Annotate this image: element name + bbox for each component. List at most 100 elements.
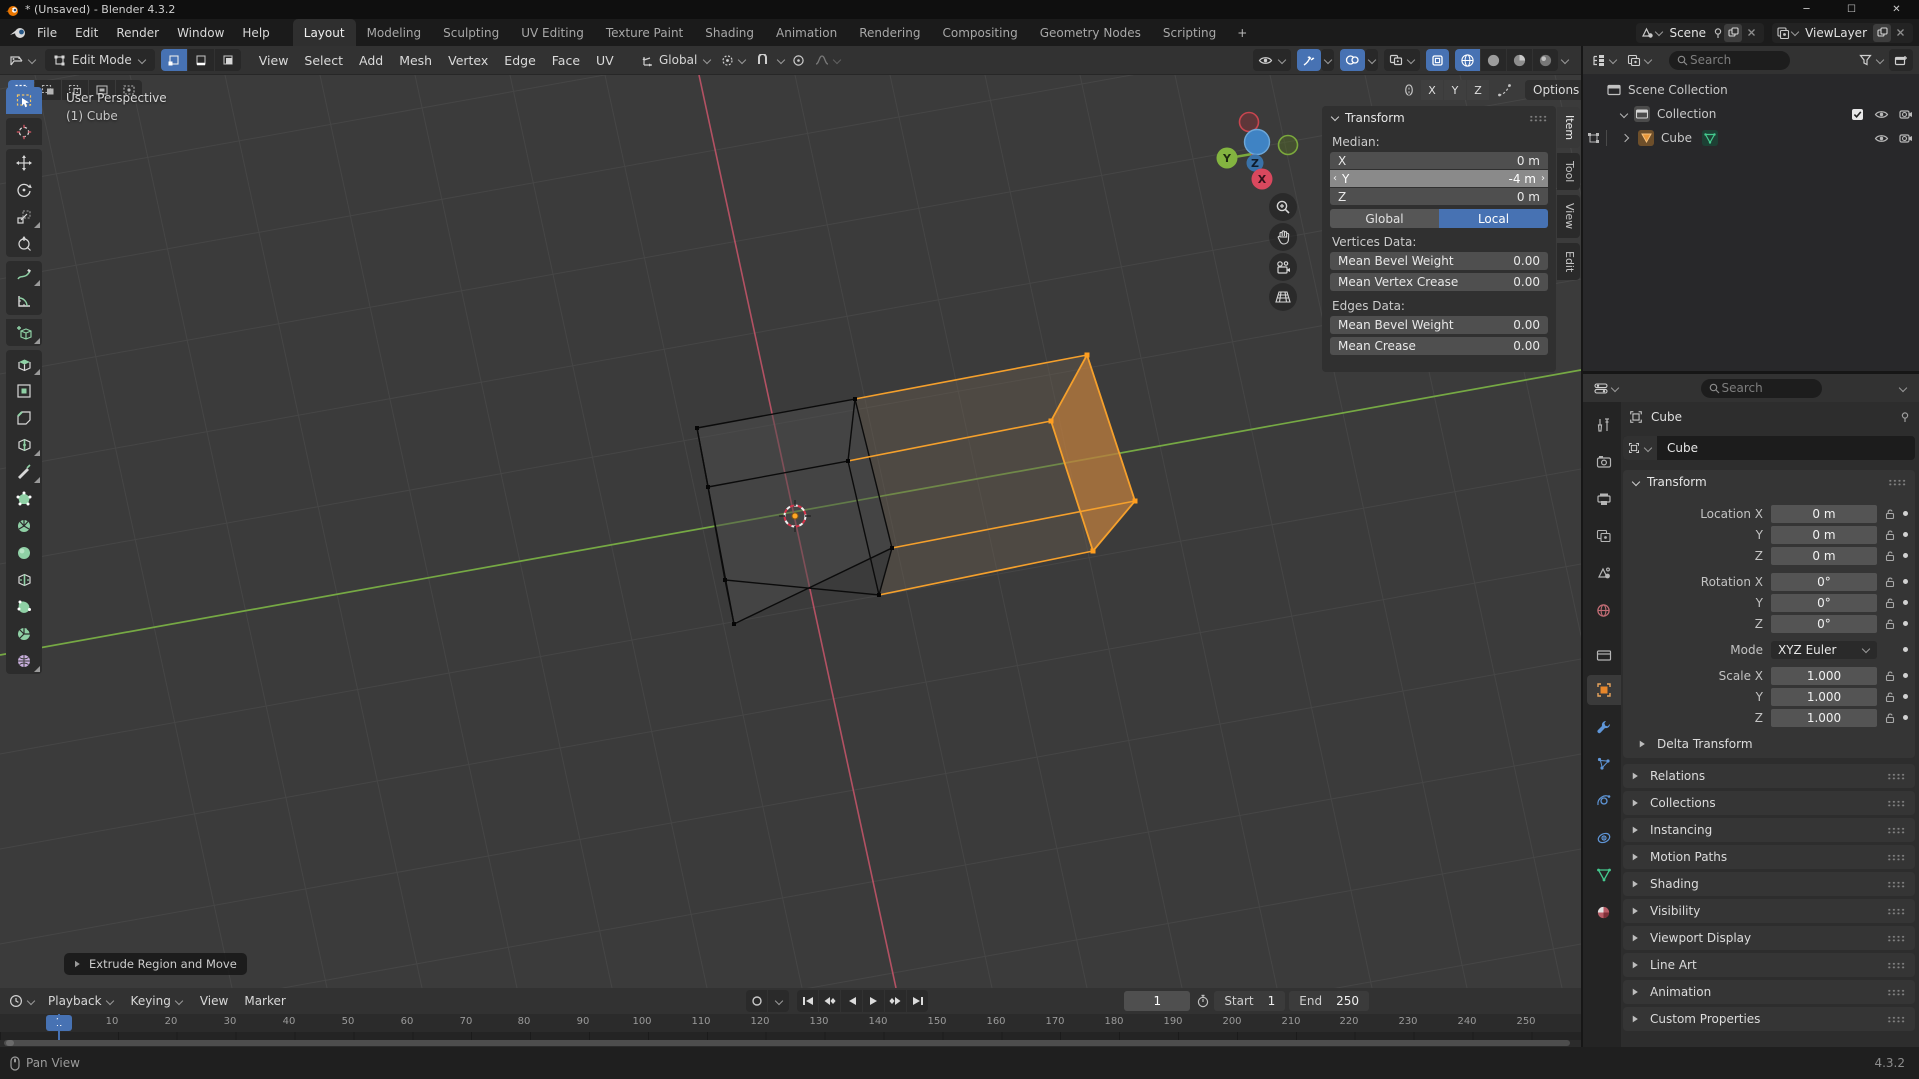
- global-button[interactable]: Global: [1330, 209, 1439, 228]
- tool-select-box[interactable]: [6, 87, 42, 114]
- timeline-editor-type-button[interactable]: [4, 990, 40, 1012]
- unlink-scene-button[interactable]: [1742, 24, 1760, 42]
- shading-wireframe-button[interactable]: [1455, 49, 1480, 71]
- toggle-perspective-button[interactable]: [1269, 283, 1297, 311]
- scale-z-field[interactable]: 1.000: [1771, 709, 1877, 727]
- tool-shear[interactable]: [6, 620, 42, 647]
- stopwatch-icon[interactable]: [1196, 994, 1210, 1008]
- navigation-gizmo[interactable]: Y Z X: [1217, 113, 1298, 190]
- play-button[interactable]: [863, 990, 884, 1012]
- median-y-field[interactable]: ‹ Y-4 m ›: [1330, 170, 1548, 187]
- gizmo-dropdown[interactable]: [1321, 49, 1334, 71]
- viewlayer-selector[interactable]: ViewLayer: [1772, 23, 1913, 43]
- playhead[interactable]: [58, 1014, 60, 1040]
- menu-window[interactable]: Window: [168, 19, 233, 46]
- tab-geometry-nodes[interactable]: Geometry Nodes: [1029, 19, 1152, 46]
- menu-edge[interactable]: Edge: [496, 53, 543, 68]
- tab-item[interactable]: Item: [1557, 107, 1580, 148]
- tab-object[interactable]: [1587, 675, 1621, 705]
- prev-keyframe-button[interactable]: [819, 990, 840, 1012]
- tool-bevel[interactable]: [6, 404, 42, 431]
- editor-type-button[interactable]: [4, 49, 41, 71]
- increment-arrow[interactable]: ›: [1541, 173, 1545, 184]
- tab-tool[interactable]: [1586, 410, 1621, 440]
- tab-render[interactable]: [1586, 447, 1621, 477]
- jump-to-start-button[interactable]: [797, 990, 818, 1012]
- transform-collapse-chevron[interactable]: [1631, 478, 1640, 487]
- transform-orientation-dropdown[interactable]: Global: [636, 49, 716, 71]
- tool-add-cube[interactable]: [6, 319, 42, 346]
- tool-scale[interactable]: [6, 203, 42, 230]
- end-frame-field[interactable]: End250: [1289, 991, 1369, 1011]
- mirror-z-button[interactable]: Z: [1467, 80, 1489, 100]
- panel-line-art[interactable]: Line Art: [1623, 953, 1915, 977]
- tab-modifiers[interactable]: [1586, 712, 1621, 742]
- remove-viewlayer-button[interactable]: [1891, 24, 1909, 42]
- location-y-field[interactable]: 0 m: [1771, 526, 1877, 544]
- menu-tl-view[interactable]: View: [192, 994, 236, 1008]
- tab-layout[interactable]: Layout: [293, 19, 356, 46]
- menu-select[interactable]: Select: [296, 53, 351, 68]
- scene-selector[interactable]: Scene: [1636, 23, 1764, 43]
- animate-dot[interactable]: [1903, 532, 1908, 537]
- tool-spin[interactable]: [6, 512, 42, 539]
- tab-object-data[interactable]: [1586, 860, 1621, 890]
- object-type-icon[interactable]: [1623, 436, 1657, 460]
- shading-rendered-button[interactable]: [1533, 49, 1558, 71]
- tool-shrink-fatten[interactable]: [6, 593, 42, 620]
- outliner-display-mode-button[interactable]: [1622, 49, 1657, 71]
- median-z-field[interactable]: Z0 m: [1330, 188, 1548, 205]
- tab-edit[interactable]: Edit: [1557, 243, 1580, 280]
- panel-instancing[interactable]: Instancing: [1623, 818, 1915, 842]
- panel-collapse-chevron[interactable]: [1330, 113, 1339, 122]
- tool-rotate[interactable]: [6, 176, 42, 203]
- tab-output[interactable]: [1586, 484, 1621, 514]
- outliner-editor-type-button[interactable]: [1587, 49, 1622, 71]
- filter-dropdown[interactable]: [1854, 49, 1889, 71]
- tab-particles[interactable]: [1586, 749, 1621, 779]
- play-reverse-button[interactable]: [841, 990, 862, 1012]
- scene-browse-chevron[interactable]: [1654, 28, 1663, 37]
- edge-mean-bevel-weight-field[interactable]: Mean Bevel Weight0.00: [1330, 316, 1548, 334]
- toggle-xray-button[interactable]: [1426, 49, 1449, 71]
- show-gizmo-toggle[interactable]: [1297, 49, 1321, 71]
- new-scene-button[interactable]: [1724, 24, 1742, 42]
- blender-menu-icon[interactable]: [8, 26, 28, 40]
- proportional-editing-toggle[interactable]: [787, 49, 810, 71]
- menu-file[interactable]: File: [28, 19, 66, 46]
- outliner-row-collection[interactable]: Collection: [1583, 102, 1919, 126]
- properties-options-chevron[interactable]: [1898, 384, 1907, 393]
- mean-bevel-weight-field[interactable]: Mean Bevel Weight0.00: [1330, 252, 1548, 270]
- gizmo-plus-z[interactable]: [1245, 130, 1270, 155]
- tab-shading[interactable]: Shading: [694, 19, 765, 46]
- close-button[interactable]: ✕: [1874, 0, 1919, 19]
- median-x-field[interactable]: X0 m: [1330, 152, 1548, 169]
- pin-icon[interactable]: [1899, 411, 1911, 423]
- tool-poly-build[interactable]: [6, 485, 42, 512]
- snap-falloff-icon[interactable]: [1494, 80, 1516, 100]
- tab-modeling[interactable]: Modeling: [356, 19, 433, 46]
- xray-options-button[interactable]: [1384, 49, 1420, 71]
- disable-render-camera-icon[interactable]: [1899, 132, 1913, 144]
- snap-settings-dropdown[interactable]: [774, 49, 787, 71]
- tab-constraints[interactable]: [1586, 823, 1621, 853]
- zoom-view-button[interactable]: [1269, 193, 1297, 221]
- snap-toggle-button[interactable]: [751, 49, 774, 71]
- tab-compositing[interactable]: Compositing: [931, 19, 1028, 46]
- pivot-point-dropdown[interactable]: [716, 49, 751, 71]
- panel-visibility[interactable]: Visibility: [1623, 899, 1915, 923]
- outliner-search-input[interactable]: [1688, 52, 1782, 68]
- tab-world[interactable]: [1586, 595, 1621, 625]
- rotation-mode-dropdown[interactable]: XYZ Euler: [1771, 641, 1877, 659]
- rotation-y-field[interactable]: 0°: [1771, 594, 1877, 612]
- menu-mesh[interactable]: Mesh: [391, 53, 440, 68]
- lock-open-icon[interactable]: [1884, 508, 1896, 520]
- viewlayer-browse-chevron[interactable]: [1790, 28, 1799, 37]
- outliner-row-scene-collection[interactable]: Scene Collection: [1583, 78, 1919, 102]
- face-select-mode-button[interactable]: [215, 49, 241, 71]
- properties-editor-type-button[interactable]: [1589, 377, 1624, 399]
- timeline-tracks[interactable]: [0, 1032, 1581, 1040]
- tab-collection[interactable]: [1586, 640, 1621, 670]
- checkbox-checked-icon[interactable]: [1851, 108, 1864, 121]
- mirror-y-button[interactable]: Y: [1444, 80, 1466, 100]
